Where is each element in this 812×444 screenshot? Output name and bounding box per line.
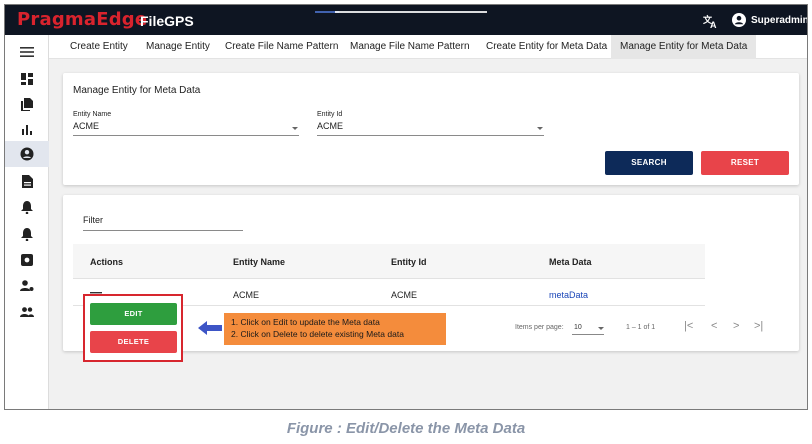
reset-button[interactable]: RESET (701, 151, 789, 175)
entity-name-label: Entity Name (73, 111, 112, 118)
delete-button[interactable]: DELETE (90, 331, 177, 353)
document-icon[interactable] (5, 168, 49, 194)
search-button[interactable]: SEARCH (605, 151, 693, 175)
chevron-down-icon[interactable] (598, 327, 604, 330)
column-header-entity-id[interactable]: Entity Id (391, 257, 427, 267)
tab-manage-entity-for-meta-data[interactable]: Manage Entity for Meta Data (611, 35, 757, 59)
row-divider (73, 278, 705, 279)
loading-indicator-bar (335, 11, 487, 13)
next-page-icon[interactable]: > (733, 320, 739, 332)
entity-id-underline (317, 135, 544, 136)
cell-entity-id: ACME (391, 290, 418, 300)
table-header (73, 244, 705, 278)
alert-icon[interactable] (5, 221, 49, 247)
previous-page-icon[interactable]: < (711, 320, 717, 332)
group-icon[interactable] (5, 299, 49, 325)
column-header-entity-name[interactable]: Entity Name (233, 257, 285, 267)
filter-input[interactable]: Filter (83, 215, 103, 225)
tab-create-entity[interactable]: Create Entity (61, 35, 137, 59)
notification-icon[interactable] (5, 194, 49, 220)
chevron-down-icon[interactable] (537, 127, 543, 130)
side-nav (5, 35, 49, 409)
top-bar: PragmaEdge FileGPS 文 A Superadmin (5, 5, 807, 35)
instruction-callout: 1. Click on Edit to update the Meta data… (224, 313, 446, 345)
translate-icon[interactable]: 文 A (702, 13, 719, 30)
entity-name-underline (73, 135, 299, 136)
page-range-label: 1 – 1 of 1 (626, 324, 656, 331)
column-header-meta-data[interactable]: Meta Data (549, 257, 592, 267)
last-page-icon[interactable]: >| (754, 320, 763, 332)
tab-manage-entity[interactable]: Manage Entity (137, 35, 219, 59)
figure-caption: Figure : Edit/Delete the Meta Data (286, 420, 526, 437)
cell-entity-name: ACME (233, 290, 260, 300)
cell-meta-data-link[interactable]: metaData (549, 290, 588, 300)
first-page-icon[interactable]: |< (684, 320, 693, 332)
pointer-arrow-icon (198, 321, 222, 335)
items-per-page-select[interactable]: 10 (574, 324, 582, 331)
bar-chart-icon[interactable] (5, 116, 49, 142)
items-per-page-underline (572, 334, 604, 335)
chevron-down-icon[interactable] (292, 127, 298, 130)
tab-manage-file-name-pattern[interactable]: Manage File Name Pattern (341, 35, 479, 59)
items-per-page-label: Items per page: (515, 324, 564, 331)
svg-text:A: A (710, 20, 717, 29)
settings-box-icon[interactable] (5, 247, 49, 273)
dashboard-icon[interactable] (5, 66, 49, 92)
callout-line-2: 2. Click on Delete to delete existing Me… (231, 329, 404, 339)
entity-id-label: Entity Id (317, 111, 343, 118)
account-icon[interactable] (5, 141, 49, 167)
filter-underline (83, 230, 243, 231)
actions-popup-highlight: EDIT DELETE (83, 294, 183, 362)
user-name[interactable]: Superadmin (751, 15, 807, 26)
tab-create-file-name-pattern[interactable]: Create File Name Pattern (216, 35, 347, 59)
files-icon[interactable] (5, 91, 49, 117)
user-settings-icon[interactable] (5, 273, 49, 299)
tab-create-entity-for-meta-data[interactable]: Create Entity for Meta Data (477, 35, 616, 59)
account-circle-icon[interactable] (732, 13, 746, 27)
brand-logo[interactable]: PragmaEdge (17, 9, 147, 30)
entity-name-select[interactable]: ACME (73, 121, 99, 131)
column-header-actions: Actions (90, 257, 124, 267)
menu-icon[interactable] (5, 39, 49, 65)
edit-button[interactable]: EDIT (90, 303, 177, 325)
tab-bar: Create Entity Manage Entity Create File … (49, 35, 807, 59)
form-title: Manage Entity for Meta Data (73, 85, 201, 96)
search-form-card: Manage Entity for Meta Data Entity Name … (63, 73, 799, 185)
callout-line-1: 1. Click on Edit to update the Meta data (231, 317, 380, 327)
product-name: FileGPS (140, 13, 194, 29)
entity-id-select[interactable]: ACME (317, 121, 343, 131)
